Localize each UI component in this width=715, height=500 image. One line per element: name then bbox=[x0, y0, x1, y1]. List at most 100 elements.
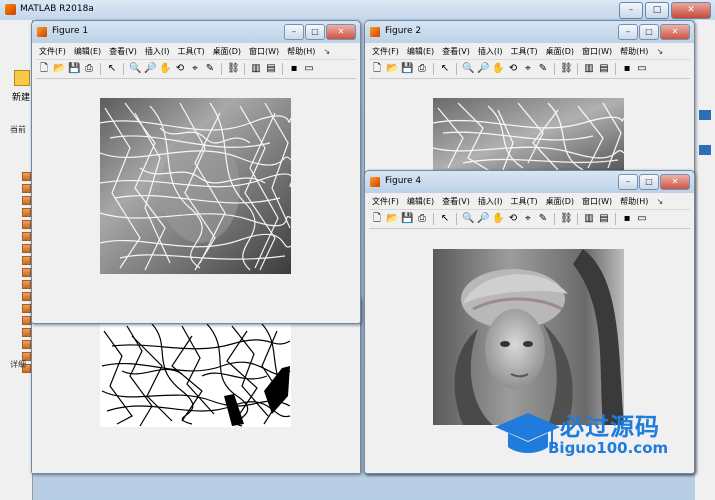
menu-window[interactable]: 窗口(W) bbox=[579, 196, 615, 207]
menu-tools[interactable]: 工具(T) bbox=[507, 46, 540, 57]
data-cursor-icon[interactable]: ⌖ bbox=[522, 213, 534, 225]
file-icon[interactable] bbox=[22, 232, 31, 241]
save-icon[interactable]: 💾 bbox=[401, 63, 413, 75]
menu-view[interactable]: 查看(V) bbox=[439, 46, 473, 57]
menu-edit[interactable]: 编辑(E) bbox=[404, 46, 437, 57]
file-icon[interactable] bbox=[22, 184, 31, 193]
link-icon[interactable]: ⛓ bbox=[227, 63, 240, 75]
file-icon[interactable] bbox=[22, 340, 31, 349]
minimize-button[interactable]: – bbox=[284, 24, 304, 40]
data-cursor-icon[interactable]: ⌖ bbox=[522, 63, 534, 75]
menu-desktop[interactable]: 桌面(D) bbox=[543, 196, 577, 207]
rotate-icon[interactable]: ⟲ bbox=[174, 63, 186, 75]
hide-tools-icon[interactable]: ▪ bbox=[288, 63, 300, 75]
close-button[interactable]: ✕ bbox=[671, 2, 711, 19]
pointer-icon[interactable]: ↖ bbox=[439, 63, 451, 75]
colorbar-icon[interactable]: ▥ bbox=[250, 63, 262, 75]
close-button[interactable]: ✕ bbox=[326, 24, 356, 40]
maximize-button[interactable]: □ bbox=[305, 24, 325, 40]
new-icon[interactable]: 🗋 bbox=[38, 63, 50, 75]
new-label[interactable]: 新建 bbox=[12, 90, 30, 103]
help-icon[interactable] bbox=[699, 110, 711, 120]
menu-edit[interactable]: 编辑(E) bbox=[404, 196, 437, 207]
print-icon[interactable]: ⎙ bbox=[416, 63, 428, 75]
file-icon[interactable] bbox=[22, 172, 31, 181]
dock-icon[interactable]: ▭ bbox=[303, 63, 315, 75]
legend-icon[interactable]: ▤ bbox=[598, 63, 610, 75]
save-icon[interactable]: 💾 bbox=[401, 213, 413, 225]
maximize-button[interactable]: □ bbox=[639, 24, 659, 40]
print-icon[interactable]: ⎙ bbox=[416, 213, 428, 225]
zoom-in-icon[interactable]: 🔍 bbox=[462, 63, 474, 75]
pointer-icon[interactable]: ↖ bbox=[106, 63, 118, 75]
hide-tools-icon[interactable]: ▪ bbox=[621, 213, 633, 225]
menu-file[interactable]: 文件(F) bbox=[369, 46, 402, 57]
legend-icon[interactable]: ▤ bbox=[265, 63, 277, 75]
menu-tools[interactable]: 工具(T) bbox=[507, 196, 540, 207]
menu-view[interactable]: 查看(V) bbox=[106, 46, 140, 57]
file-icon[interactable] bbox=[22, 256, 31, 265]
new-script-icon[interactable] bbox=[14, 70, 30, 86]
link-icon[interactable]: ⛓ bbox=[560, 213, 573, 225]
zoom-in-icon[interactable]: 🔍 bbox=[129, 63, 141, 75]
zoom-out-icon[interactable]: 🔎 bbox=[477, 213, 489, 225]
zoom-out-icon[interactable]: 🔎 bbox=[144, 63, 156, 75]
colorbar-icon[interactable]: ▥ bbox=[583, 213, 595, 225]
legend-icon[interactable]: ▤ bbox=[598, 213, 610, 225]
figure-4-titlebar[interactable]: Figure 4 – □ ✕ bbox=[365, 171, 694, 193]
brush-icon[interactable]: ✎ bbox=[537, 63, 549, 75]
maximize-button[interactable]: □ bbox=[645, 2, 669, 19]
maximize-button[interactable]: □ bbox=[639, 174, 659, 190]
menu-insert[interactable]: 插入(I) bbox=[475, 196, 506, 207]
menu-tools[interactable]: 工具(T) bbox=[174, 46, 207, 57]
figure-1-window[interactable]: Figure 1 – □ ✕ 文件(F) 编辑(E) 查看(V) 插入(I) 工… bbox=[31, 20, 361, 324]
file-icon[interactable] bbox=[22, 268, 31, 277]
pointer-icon[interactable]: ↖ bbox=[439, 213, 451, 225]
link-icon[interactable]: ⛓ bbox=[560, 63, 573, 75]
menu-help[interactable]: 帮助(H) bbox=[617, 46, 651, 57]
open-icon[interactable]: 📂 bbox=[386, 213, 398, 225]
menu-file[interactable]: 文件(F) bbox=[36, 46, 69, 57]
open-icon[interactable]: 📂 bbox=[53, 63, 65, 75]
file-icon[interactable] bbox=[22, 292, 31, 301]
hide-tools-icon[interactable]: ▪ bbox=[621, 63, 633, 75]
file-icon[interactable] bbox=[22, 208, 31, 217]
figure-1-titlebar[interactable]: Figure 1 – □ ✕ bbox=[32, 21, 360, 43]
dock-icon[interactable]: ▭ bbox=[636, 63, 648, 75]
brush-icon[interactable]: ✎ bbox=[537, 213, 549, 225]
menu-help[interactable]: 帮助(H) bbox=[617, 196, 651, 207]
new-icon[interactable]: 🗋 bbox=[371, 63, 383, 75]
zoom-out-icon[interactable]: 🔎 bbox=[477, 63, 489, 75]
pan-icon[interactable]: ✋ bbox=[159, 63, 171, 75]
pan-icon[interactable]: ✋ bbox=[492, 63, 504, 75]
brush-icon[interactable]: ✎ bbox=[204, 63, 216, 75]
pan-icon[interactable]: ✋ bbox=[492, 213, 504, 225]
menu-edit[interactable]: 编辑(E) bbox=[71, 46, 104, 57]
menu-file[interactable]: 文件(F) bbox=[369, 196, 402, 207]
menu-insert[interactable]: 插入(I) bbox=[475, 46, 506, 57]
minimize-button[interactable]: – bbox=[619, 2, 643, 19]
new-icon[interactable]: 🗋 bbox=[371, 213, 383, 225]
close-button[interactable]: ✕ bbox=[660, 24, 690, 40]
expand-icon[interactable] bbox=[699, 145, 711, 155]
menu-window[interactable]: 窗口(W) bbox=[246, 46, 282, 57]
open-icon[interactable]: 📂 bbox=[386, 63, 398, 75]
menu-desktop[interactable]: 桌面(D) bbox=[543, 46, 577, 57]
file-icon[interactable] bbox=[22, 244, 31, 253]
main-titlebar[interactable]: MATLAB R2018a – □ ✕ bbox=[0, 0, 715, 20]
close-button[interactable]: ✕ bbox=[660, 174, 690, 190]
file-icon[interactable] bbox=[22, 328, 31, 337]
menu-window[interactable]: 窗口(W) bbox=[579, 46, 615, 57]
minimize-button[interactable]: – bbox=[618, 174, 638, 190]
file-icon[interactable] bbox=[22, 196, 31, 205]
rotate-icon[interactable]: ⟲ bbox=[507, 63, 519, 75]
menu-desktop[interactable]: 桌面(D) bbox=[210, 46, 244, 57]
menu-more-icon[interactable]: ↘ bbox=[320, 47, 333, 56]
save-icon[interactable]: 💾 bbox=[68, 63, 80, 75]
minimize-button[interactable]: – bbox=[618, 24, 638, 40]
menu-view[interactable]: 查看(V) bbox=[439, 196, 473, 207]
file-icon[interactable] bbox=[22, 220, 31, 229]
file-icon[interactable] bbox=[22, 304, 31, 313]
colorbar-icon[interactable]: ▥ bbox=[583, 63, 595, 75]
rotate-icon[interactable]: ⟲ bbox=[507, 213, 519, 225]
